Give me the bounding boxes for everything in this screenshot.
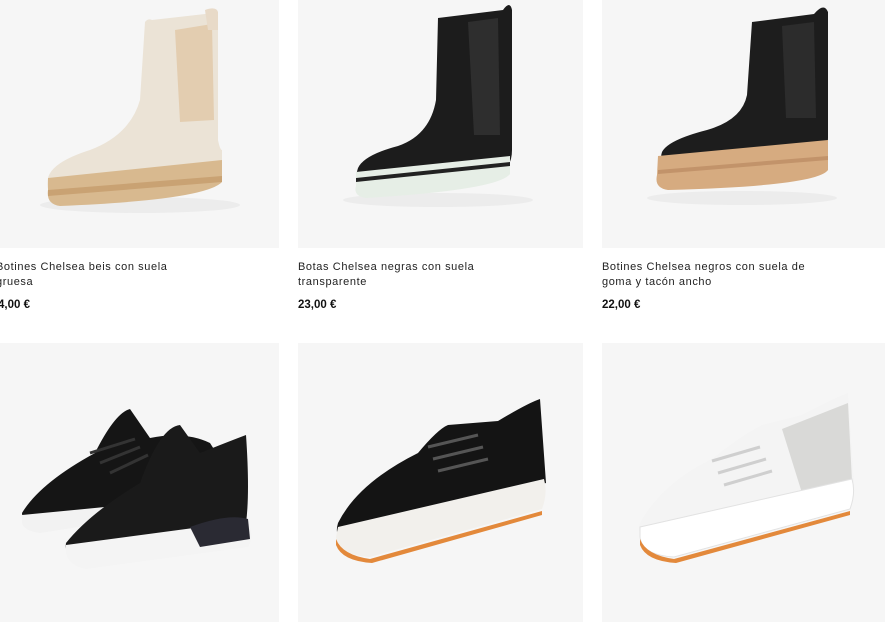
product-card[interactable] (298, 343, 583, 622)
product-card[interactable] (602, 343, 885, 622)
product-price: 4,00 € (0, 299, 30, 311)
product-title[interactable]: Botines Chelsea negros con suela de goma… (602, 260, 812, 290)
product-card[interactable]: Botines Chelsea negros con suela de goma… (602, 0, 885, 343)
product-card[interactable]: Botas Chelsea negras con suela transpare… (298, 0, 583, 343)
product-price: 23,00 € (298, 299, 337, 311)
product-image[interactable] (298, 343, 583, 622)
product-image[interactable] (298, 0, 583, 248)
product-price: 22,00 € (602, 299, 641, 311)
product-image[interactable] (0, 0, 279, 248)
product-title[interactable]: Botines Chelsea beis con suela gruesa (0, 260, 206, 290)
product-image[interactable] (602, 0, 885, 248)
product-image[interactable] (0, 343, 279, 622)
product-card[interactable]: Botines Chelsea beis con suela gruesa 4,… (0, 0, 279, 343)
product-image[interactable] (602, 343, 885, 622)
product-card[interactable] (0, 343, 279, 622)
product-title[interactable]: Botas Chelsea negras con suela transpare… (298, 260, 508, 290)
